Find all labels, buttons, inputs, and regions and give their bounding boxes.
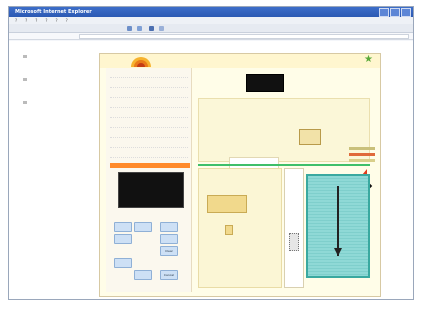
keypad-button[interactable] bbox=[114, 222, 132, 232]
browser-menu-bar: ? ? ? ? ? ? bbox=[9, 17, 413, 24]
menu-item[interactable]: ? bbox=[15, 18, 17, 23]
status-line bbox=[349, 159, 375, 162]
search-icon[interactable] bbox=[159, 26, 164, 31]
close-button[interactable] bbox=[401, 8, 411, 17]
arrow-down-icon bbox=[334, 248, 342, 256]
page-content: ★ Clear Cancel bbox=[9, 41, 413, 299]
clear-button[interactable]: Clear bbox=[160, 246, 178, 256]
back-icon[interactable] bbox=[127, 26, 132, 31]
form-row bbox=[110, 112, 188, 118]
address-input[interactable] bbox=[79, 34, 409, 39]
mechanism-icon[interactable] bbox=[299, 129, 321, 145]
window-controls bbox=[379, 8, 411, 17]
keypad: Clear Cancel bbox=[114, 222, 190, 288]
section-header-bar bbox=[110, 163, 190, 168]
lcd-display bbox=[246, 74, 284, 92]
menu-item[interactable]: ? bbox=[66, 18, 68, 23]
browser-title: Microsoft Internet Explorer bbox=[15, 9, 92, 15]
browser-window: Microsoft Internet Explorer ? ? ? ? ? ? bbox=[8, 6, 414, 300]
home-icon[interactable] bbox=[149, 26, 154, 31]
app-header: ★ bbox=[100, 54, 380, 68]
gauge-needle bbox=[337, 186, 339, 256]
form-row bbox=[110, 72, 188, 78]
display-screen bbox=[118, 172, 184, 208]
form-row bbox=[110, 132, 188, 138]
component-block[interactable] bbox=[225, 225, 233, 235]
browser-toolbar bbox=[9, 24, 413, 33]
keypad-button[interactable] bbox=[160, 222, 178, 232]
slider-handle[interactable] bbox=[289, 233, 299, 251]
gauge-panel bbox=[306, 174, 370, 278]
status-line bbox=[349, 147, 375, 150]
form-row bbox=[110, 152, 188, 158]
bullet-icon bbox=[23, 55, 27, 58]
address-bar bbox=[9, 33, 413, 40]
minimize-button[interactable] bbox=[379, 8, 389, 17]
menu-item[interactable]: ? bbox=[35, 18, 37, 23]
status-line bbox=[349, 153, 375, 156]
simulator-app: ★ Clear Cancel bbox=[99, 53, 381, 297]
lower-middle-panel bbox=[284, 168, 304, 288]
maximize-button[interactable] bbox=[390, 8, 400, 17]
form-row bbox=[110, 82, 188, 88]
simulation-area bbox=[194, 68, 375, 292]
keypad-button[interactable] bbox=[134, 270, 152, 280]
keypad-button[interactable] bbox=[114, 234, 132, 244]
star-icon[interactable]: ★ bbox=[364, 55, 374, 65]
form-row bbox=[110, 122, 188, 128]
cancel-button[interactable]: Cancel bbox=[160, 270, 178, 280]
form-row bbox=[110, 102, 188, 108]
menu-item[interactable]: ? bbox=[25, 18, 27, 23]
browser-title-bar: Microsoft Internet Explorer bbox=[9, 7, 413, 17]
lower-left-workspace bbox=[198, 168, 282, 288]
component-block[interactable] bbox=[207, 195, 247, 213]
forward-icon[interactable] bbox=[137, 26, 142, 31]
divider-line bbox=[198, 164, 370, 166]
keypad-button[interactable] bbox=[134, 222, 152, 232]
left-control-panel: Clear Cancel bbox=[106, 68, 192, 292]
app-title bbox=[188, 54, 248, 60]
keypad-button[interactable] bbox=[114, 258, 132, 268]
upper-workspace bbox=[198, 98, 375, 191]
form-row bbox=[110, 92, 188, 98]
sun-logo-icon bbox=[131, 57, 151, 67]
menu-item[interactable]: ? bbox=[45, 18, 47, 23]
bullet-icon bbox=[23, 101, 27, 104]
form-row bbox=[110, 142, 188, 148]
side-marks bbox=[23, 55, 27, 104]
menu-item[interactable]: ? bbox=[56, 18, 58, 23]
bullet-icon bbox=[23, 78, 27, 81]
keypad-button[interactable] bbox=[160, 234, 178, 244]
